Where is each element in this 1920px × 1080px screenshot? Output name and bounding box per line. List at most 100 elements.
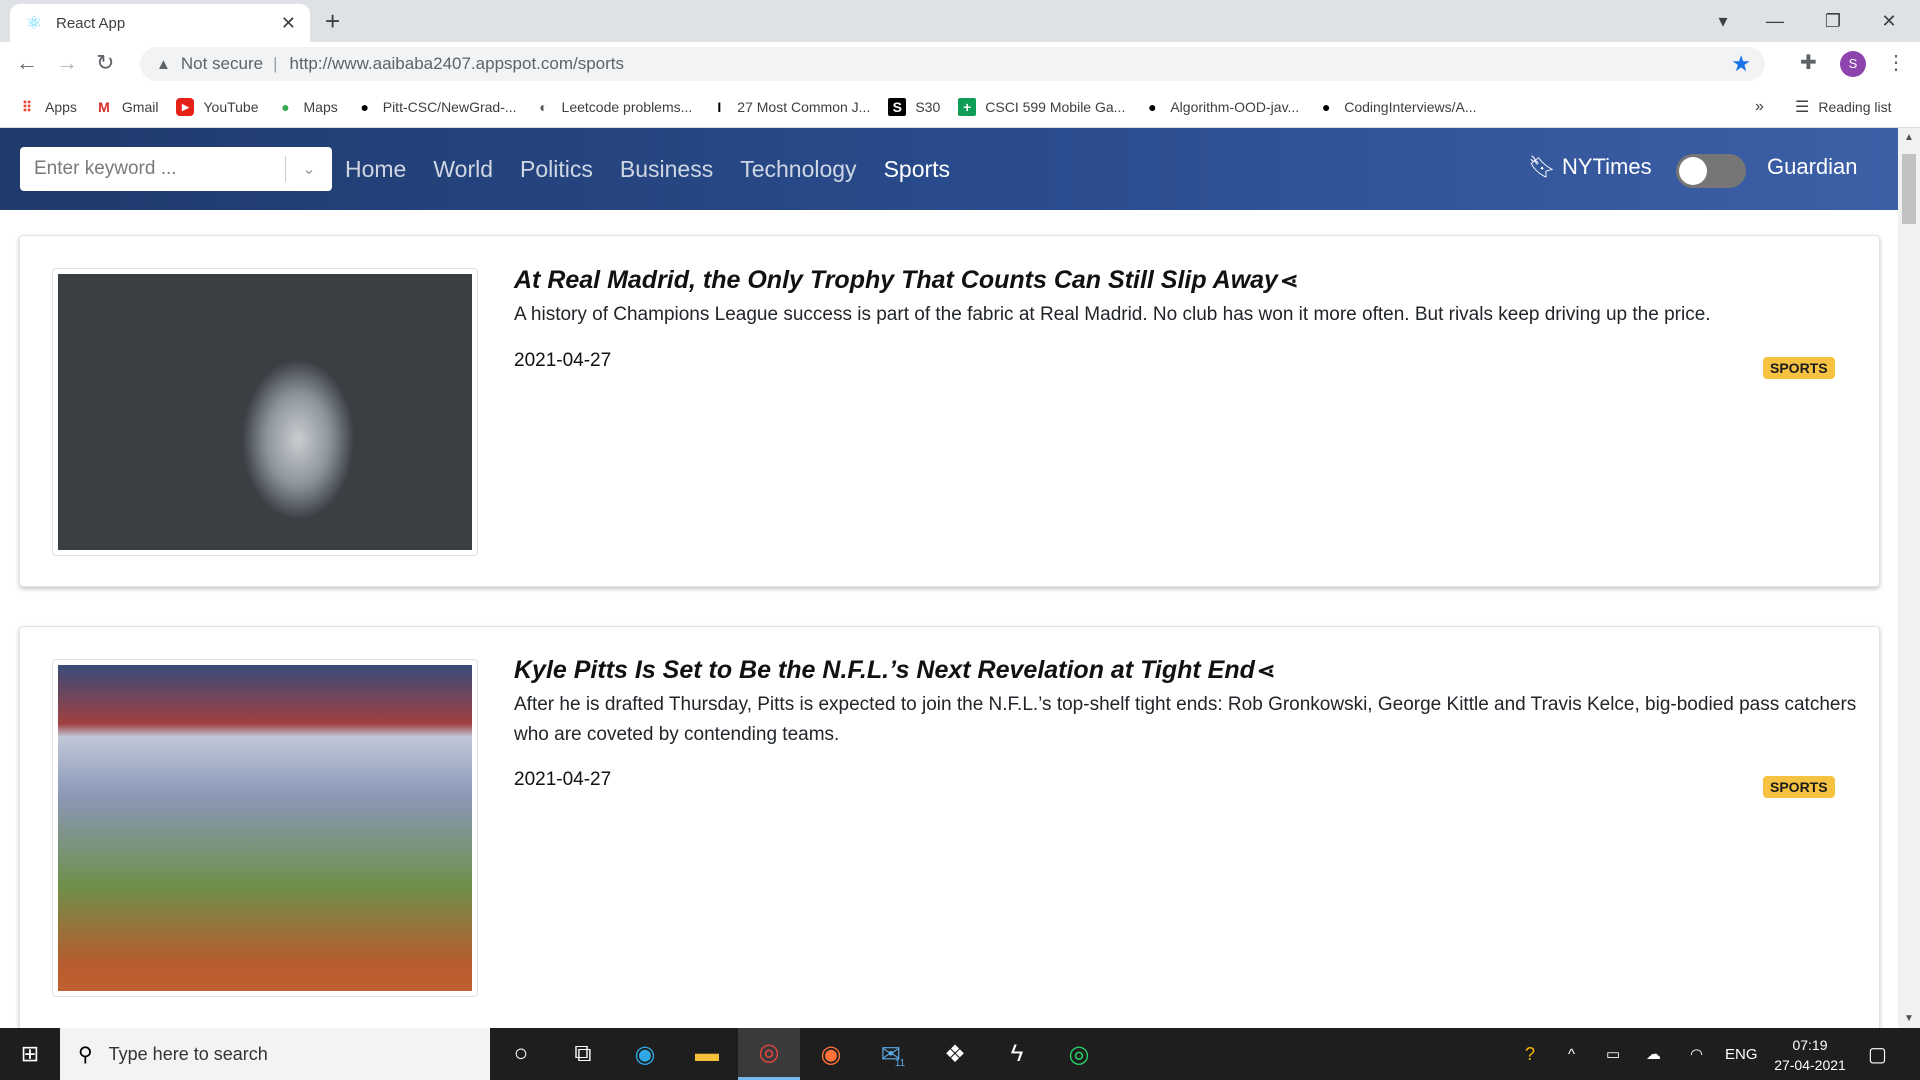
power-automate-icon[interactable]: ϟ bbox=[986, 1028, 1048, 1080]
edge-icon[interactable]: ◉ bbox=[614, 1028, 676, 1080]
scroll-up-icon[interactable]: ▲ bbox=[1898, 132, 1920, 143]
file-explorer-icon[interactable]: ▬ bbox=[676, 1028, 738, 1080]
bookmark-s30[interactable]: S S30 bbox=[888, 97, 941, 116]
bookmark-label: S30 bbox=[915, 98, 941, 115]
nav-home[interactable]: Home bbox=[345, 156, 406, 183]
close-window-icon[interactable]: ✕ bbox=[1866, 0, 1912, 42]
bookmark-icon[interactable]: 🔖︎ bbox=[1528, 154, 1556, 180]
minimize-icon[interactable]: — bbox=[1752, 0, 1798, 42]
menu-icon[interactable]: ⋮ bbox=[1886, 50, 1906, 75]
bookmark-star-icon[interactable]: ★ bbox=[1731, 51, 1751, 77]
chrome-icon[interactable]: ◎ bbox=[738, 1028, 800, 1080]
toggle-knob bbox=[1679, 157, 1707, 185]
onedrive-icon[interactable]: ☁ bbox=[1646, 1028, 1661, 1080]
nav-business[interactable]: Business bbox=[620, 156, 713, 183]
bookmark-pitt-csc[interactable]: ● Pitt-CSC/NewGrad-... bbox=[356, 98, 517, 116]
browser-tab[interactable]: ⚛ React App ✕ bbox=[10, 4, 310, 42]
nytimes-source[interactable]: 🔖︎ NYTimes bbox=[1528, 154, 1652, 180]
page-scrollbar[interactable]: ▲ ▼ bbox=[1898, 128, 1920, 1028]
bookmark-gmail[interactable]: M Gmail bbox=[95, 98, 159, 116]
source-toggle[interactable] bbox=[1676, 154, 1746, 188]
cortana-icon[interactable]: ○ bbox=[490, 1028, 552, 1080]
github-icon: ● bbox=[1148, 98, 1157, 115]
bookmark-coding-interviews[interactable]: ● CodingInterviews/A... bbox=[1317, 98, 1477, 116]
reading-list-icon: ☰ bbox=[1795, 98, 1810, 116]
extensions-icon[interactable]: ✚ bbox=[1800, 50, 1817, 75]
restore-icon[interactable]: ❐ bbox=[1810, 0, 1856, 42]
wifi-icon[interactable]: ◠ bbox=[1690, 1028, 1703, 1080]
nav-politics[interactable]: Politics bbox=[520, 156, 593, 183]
warning-icon[interactable]: ▲ bbox=[156, 56, 171, 73]
app-navbar: ⌄ Home World Politics Business Technolog… bbox=[0, 128, 1898, 210]
bookmark-27-most-common[interactable]: I 27 Most Common J... bbox=[710, 98, 870, 116]
browser-tab-strip: ⚛ React App ✕ + ▾ — ❐ ✕ bbox=[0, 0, 1920, 42]
bookmark-algorithm-ood[interactable]: ● Algorithm-OOD-jav... bbox=[1143, 98, 1299, 116]
reload-icon[interactable]: ↻ bbox=[96, 50, 114, 76]
bookmark-label: CSCI 599 Mobile Ga... bbox=[985, 98, 1126, 115]
article-title[interactable]: At Real Madrid, the Only Trophy That Cou… bbox=[514, 266, 1298, 295]
article-image-frame bbox=[52, 659, 478, 997]
gmail-icon: M bbox=[98, 98, 110, 115]
article-card[interactable]: Kyle Pitts Is Set to Be the N.F.L.’s Nex… bbox=[19, 626, 1880, 1028]
url-text[interactable]: http://www.aaibaba2407.appspot.com/sport… bbox=[289, 54, 624, 74]
bookmark-youtube[interactable]: ▶ YouTube bbox=[176, 97, 259, 116]
share-icon[interactable]: ⋖ bbox=[1280, 268, 1298, 293]
nav-world[interactable]: World bbox=[433, 156, 493, 183]
keyword-search[interactable]: ⌄ bbox=[20, 147, 332, 191]
clock-time: 07:19 bbox=[1792, 1037, 1828, 1053]
article-date: 2021-04-27 bbox=[514, 769, 612, 790]
more-bookmarks-icon[interactable]: » bbox=[1755, 98, 1764, 116]
taskbar-clock[interactable]: 07:19 27-04-2021 bbox=[1760, 1035, 1860, 1075]
omnibox-separator: | bbox=[273, 54, 278, 73]
github-icon: ● bbox=[1321, 98, 1331, 115]
nav-sports[interactable]: Sports bbox=[884, 156, 950, 183]
windows-start-icon[interactable]: ⊞ bbox=[0, 1028, 60, 1080]
scroll-down-icon[interactable]: ▼ bbox=[1898, 1013, 1920, 1024]
share-icon[interactable]: ⋖ bbox=[1257, 658, 1275, 683]
mail-icon[interactable]: ✉ 11 bbox=[862, 1028, 924, 1080]
bookmark-label: 27 Most Common J... bbox=[737, 98, 871, 115]
close-tab-icon[interactable]: ✕ bbox=[281, 13, 296, 34]
nav-technology[interactable]: Technology bbox=[740, 156, 856, 183]
search-input[interactable] bbox=[20, 158, 285, 180]
firefox-icon[interactable]: ◉ bbox=[800, 1028, 862, 1080]
security-label[interactable]: Not secure bbox=[181, 54, 263, 74]
article-image bbox=[58, 665, 472, 991]
section-badge: SPORTS bbox=[1763, 357, 1835, 379]
language-indicator[interactable]: ENG bbox=[1725, 1028, 1758, 1080]
article-card[interactable]: At Real Madrid, the Only Trophy That Cou… bbox=[19, 235, 1880, 587]
bookmark-csci-599[interactable]: + CSCI 599 Mobile Ga... bbox=[958, 97, 1126, 116]
profile-avatar[interactable]: S bbox=[1840, 51, 1866, 77]
reading-list-label: Reading list bbox=[1818, 98, 1892, 115]
dropbox-icon[interactable]: ❖ bbox=[924, 1028, 986, 1080]
bookmark-label: Leetcode problems... bbox=[561, 98, 693, 115]
clock-date: 27-04-2021 bbox=[1774, 1057, 1846, 1073]
task-view-icon[interactable]: ⧉ bbox=[552, 1028, 614, 1080]
address-bar[interactable]: ▲ Not secure | http://www.aaibaba2407.ap… bbox=[140, 47, 1765, 81]
bookmark-apps[interactable]: ⠿ Apps bbox=[18, 98, 77, 116]
new-tab-icon[interactable]: + bbox=[325, 6, 340, 37]
scrollbar-thumb[interactable] bbox=[1902, 154, 1916, 224]
back-icon[interactable]: ← bbox=[16, 50, 38, 76]
section-badge: SPORTS bbox=[1763, 776, 1835, 798]
bookmark-leetcode[interactable]: ◐ Leetcode problems... bbox=[535, 98, 693, 116]
chevron-up-icon[interactable]: ^ bbox=[1568, 1028, 1575, 1080]
s30-icon: S bbox=[888, 97, 907, 116]
forward-icon[interactable]: → bbox=[56, 50, 78, 76]
chevron-down-icon[interactable]: ⌄ bbox=[286, 159, 332, 179]
taskbar-search[interactable]: ⚲ Type here to search bbox=[60, 1028, 490, 1080]
help-icon[interactable]: ? bbox=[1525, 1028, 1535, 1080]
mail-badge: 11 bbox=[894, 1057, 906, 1069]
bookmark-label: Gmail bbox=[121, 98, 159, 115]
article-description: A history of Champions League success is… bbox=[514, 304, 1711, 325]
article-title[interactable]: Kyle Pitts Is Set to Be the N.F.L.’s Nex… bbox=[514, 656, 1275, 685]
notifications-icon[interactable]: ▢ bbox=[1868, 1028, 1887, 1080]
battery-icon[interactable]: ▭ bbox=[1606, 1028, 1620, 1080]
bookmark-label: Maps bbox=[303, 98, 338, 115]
github-icon: ● bbox=[360, 98, 369, 115]
reading-list-button[interactable]: ☰ Reading list bbox=[1795, 97, 1892, 117]
tab-search-icon[interactable]: ▾ bbox=[1708, 0, 1738, 42]
whatsapp-icon[interactable]: ◎ bbox=[1048, 1028, 1110, 1080]
article-list: At Real Madrid, the Only Trophy That Cou… bbox=[0, 210, 1898, 1028]
bookmark-maps[interactable]: ● Maps bbox=[277, 98, 338, 116]
